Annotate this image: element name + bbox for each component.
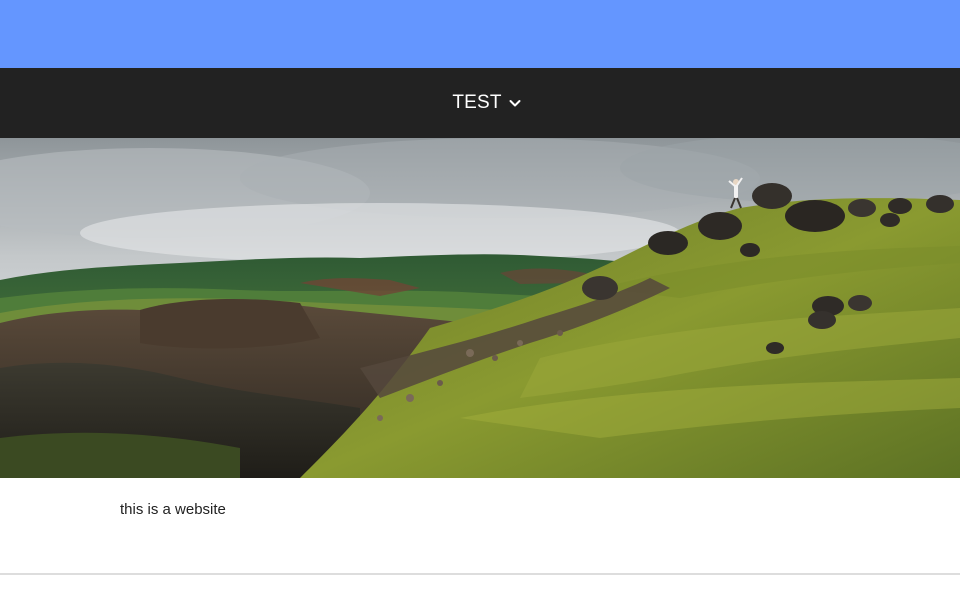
top-color-bar xyxy=(0,0,960,68)
landscape-image xyxy=(0,138,960,478)
main-navigation: TEST xyxy=(0,68,960,138)
hero-image xyxy=(0,138,960,478)
nav-item-label: TEST xyxy=(452,92,502,113)
footer-divider xyxy=(0,573,960,575)
chevron-down-icon xyxy=(508,96,522,110)
page-content: this is a website xyxy=(120,501,226,518)
nav-item-test[interactable]: TEST xyxy=(452,92,521,114)
content-text: this is a website xyxy=(120,501,226,518)
